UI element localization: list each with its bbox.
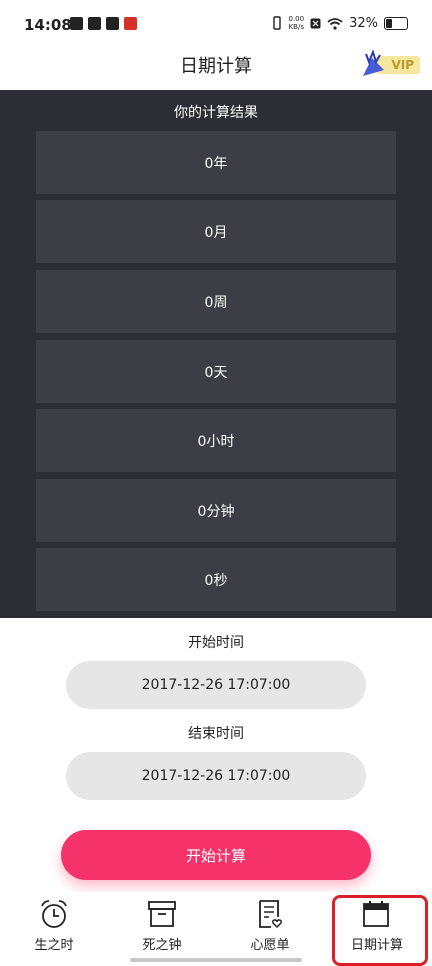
system-status: 0.00 KB/s 32%	[271, 15, 408, 31]
tiktok-icon	[70, 17, 83, 30]
calculate-button[interactable]: 开始计算	[61, 830, 371, 880]
nav-label-death-clock: 死之钟	[142, 938, 182, 953]
vibrate-icon	[272, 16, 281, 30]
result-months: 0月	[36, 200, 396, 263]
battery-fill	[386, 18, 393, 28]
vip-crown-icon	[363, 50, 384, 76]
result-days: 0天	[36, 340, 396, 403]
archive-box-icon	[148, 901, 176, 927]
alarm-clock-icon	[41, 900, 67, 928]
vip-button[interactable]: VIP	[360, 50, 420, 78]
nav-item-death-clock[interactable]: 死之钟	[108, 892, 216, 960]
wifi-icon	[327, 17, 343, 30]
network-speed: 0.00 KB/s	[288, 15, 305, 31]
app-header: 日期计算 VIP	[0, 40, 432, 90]
nav-item-birth-time[interactable]: 生之时	[0, 892, 108, 960]
end-time-label: 结束时间	[188, 726, 244, 742]
battery-percent: 32%	[349, 15, 378, 31]
battery-icon	[384, 16, 408, 30]
nav-label-birth-time: 生之时	[34, 938, 74, 953]
calendar-icon	[363, 901, 389, 927]
nav-item-wishlist[interactable]: 心愿单	[216, 892, 324, 960]
vip-label: VIP	[391, 58, 414, 72]
start-time-field[interactable]: 2017-12-26 17:07:00	[66, 661, 366, 709]
pinwheel-app-icon	[88, 17, 101, 30]
start-time-label: 开始时间	[188, 635, 244, 651]
result-weeks: 0周	[36, 270, 396, 333]
result-minutes: 0分钟	[36, 479, 396, 542]
nav-label-date-calc: 日期计算	[350, 938, 403, 953]
results-title: 你的计算结果	[174, 105, 258, 121]
nav-item-date-calc[interactable]: 日期计算	[330, 892, 432, 966]
status-time: 14:08	[24, 16, 72, 34]
home-indicator[interactable]	[130, 958, 302, 962]
no-sim-icon	[310, 18, 321, 28]
bottom-nav: 生之时 死之钟 心愿单 日期计算	[0, 892, 432, 966]
wishlist-document-icon	[259, 900, 282, 929]
square-app-icon	[106, 17, 119, 30]
nav-label-wishlist: 心愿单	[250, 938, 290, 953]
end-time-field[interactable]: 2017-12-26 17:07:00	[66, 752, 366, 800]
result-years: 0年	[36, 131, 396, 194]
result-seconds: 0秒	[36, 548, 396, 611]
red-app-icon	[124, 17, 137, 30]
result-hours: 0小时	[36, 409, 396, 472]
notification-icons	[70, 17, 137, 30]
